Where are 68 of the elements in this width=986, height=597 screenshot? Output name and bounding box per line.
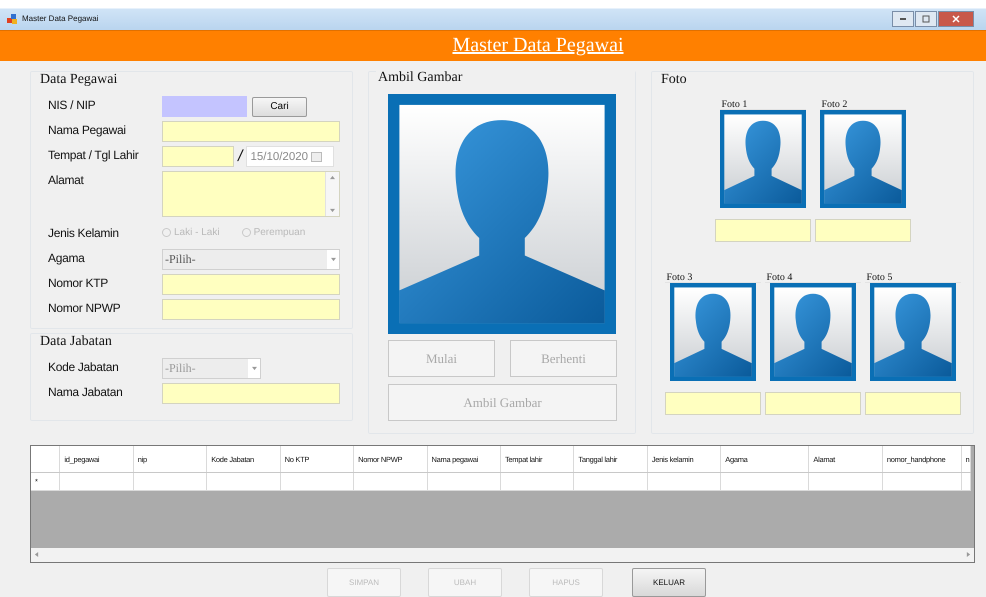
photo-label: Foto 4 (766, 272, 792, 284)
table-cell[interactable] (60, 472, 134, 491)
dropdown[interactable]: -Pilih- (162, 249, 340, 270)
avatar-icon (670, 283, 756, 382)
field-label: NIS / NIP (48, 97, 96, 112)
table-cell[interactable] (500, 472, 574, 491)
field-label: Jenis Kelamin (48, 225, 120, 240)
field-label: Kode Jabatan (48, 359, 120, 374)
field-label: Nomor NPWP (48, 300, 122, 316)
text-area[interactable] (162, 171, 340, 218)
field-label: Alamat (48, 172, 85, 188)
horizontal-scrollbar[interactable] (31, 548, 974, 562)
separator-text: / (238, 148, 242, 166)
photo-label: Foto 3 (666, 272, 692, 284)
scroll-down-icon[interactable] (330, 208, 335, 214)
input-field[interactable] (162, 383, 340, 404)
table-cell[interactable] (882, 472, 962, 491)
photo-label: Foto 1 (722, 99, 748, 110)
input-field[interactable] (864, 392, 960, 416)
app-icon (6, 12, 18, 25)
maximize-icon (921, 14, 931, 24)
photo-label: Foto 5 (866, 272, 892, 284)
field-label: Agama (48, 250, 86, 266)
group-title: Data Pegawai (38, 72, 120, 88)
scroll-left-icon[interactable] (34, 552, 39, 558)
input-field[interactable] (664, 392, 760, 416)
scroll-right-icon[interactable] (966, 552, 971, 558)
table-cell[interactable] (720, 472, 809, 491)
table-cell[interactable] (574, 472, 648, 491)
window-title: Master Data Pegawai (22, 14, 98, 24)
minimize-button[interactable] (892, 10, 914, 27)
scroll-up-icon[interactable] (330, 175, 335, 180)
table-cell[interactable] (647, 472, 721, 491)
input-field[interactable] (162, 121, 340, 142)
table-cell[interactable] (808, 472, 882, 491)
minimize-icon (900, 18, 906, 20)
input-field[interactable] (162, 96, 247, 118)
table-cell[interactable] (354, 472, 428, 491)
avatar-icon (720, 110, 806, 208)
field-label: Nomor KTP (48, 275, 109, 290)
table-cell[interactable] (280, 472, 354, 491)
vertical-scrollbar[interactable] (325, 172, 339, 216)
field-label: Nama Pegawai (48, 122, 127, 138)
close-button[interactable] (938, 10, 974, 27)
input-field[interactable] (162, 146, 234, 168)
field-label: Nama Jabatan (48, 384, 124, 400)
header-title: Master Data Pegawai (452, 34, 624, 58)
input-field[interactable] (162, 299, 340, 320)
photo-label: Foto 2 (822, 99, 848, 110)
input-field[interactable] (162, 274, 340, 296)
calendar-icon (311, 152, 322, 162)
search-button[interactable]: Cari (252, 96, 307, 117)
dropdown-arrow-icon[interactable] (330, 257, 336, 262)
avatar-icon (770, 283, 856, 382)
input-field[interactable] (714, 219, 810, 242)
input-field[interactable] (764, 392, 860, 416)
table-cell[interactable] (133, 472, 207, 491)
avatar-icon (820, 110, 906, 208)
input-field[interactable] (814, 219, 910, 242)
close-icon (951, 14, 961, 24)
field-label: Tempat / Tgl Lahir (48, 147, 140, 162)
table-cell[interactable] (961, 472, 970, 491)
action-button[interactable]: KELUAR (632, 568, 706, 597)
avatar-icon (388, 94, 616, 334)
table-cell[interactable] (427, 472, 500, 491)
maximize-button[interactable] (915, 10, 937, 27)
table-cell[interactable] (206, 472, 280, 491)
avatar-icon (870, 283, 956, 382)
